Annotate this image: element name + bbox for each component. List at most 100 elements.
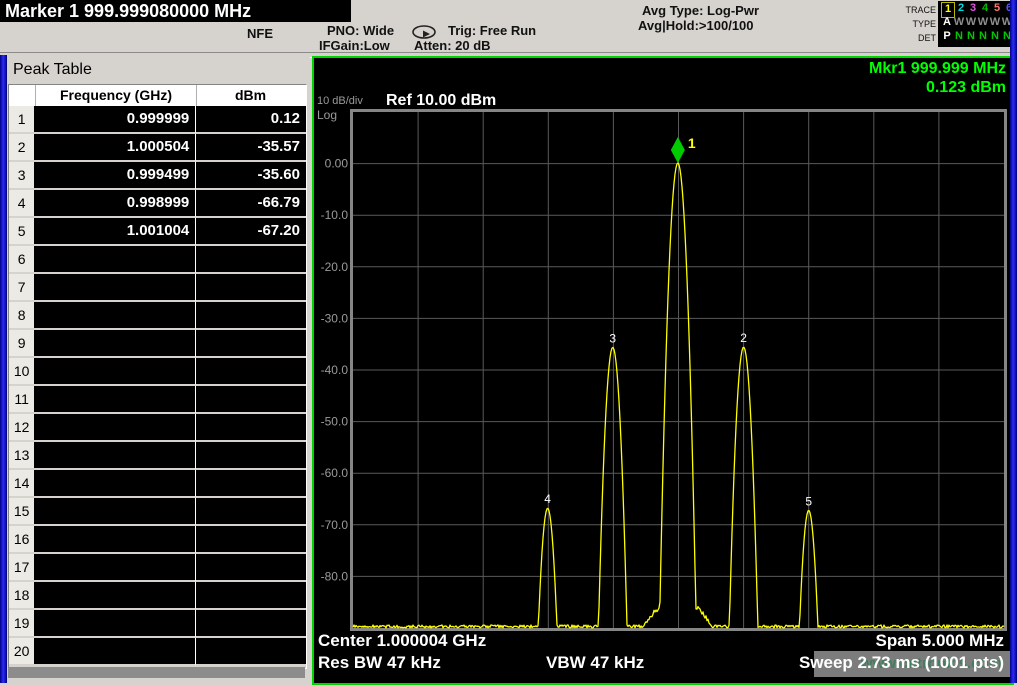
table-row[interactable]: 6 — [9, 246, 306, 274]
trace-det-2[interactable]: N — [953, 30, 965, 44]
frequency-cell — [34, 470, 195, 498]
trace-number-3[interactable]: 3 — [967, 2, 979, 16]
row-number-cell: 5 — [9, 218, 34, 246]
table-row[interactable]: 17 — [9, 554, 306, 582]
vbw-label: VBW 47 kHz — [546, 653, 644, 673]
trace-det-row: PNNNNN — [941, 30, 1017, 44]
trace-det-3[interactable]: N — [965, 30, 977, 44]
trace-det-4[interactable]: N — [977, 30, 989, 44]
row-number-cell: 10 — [9, 358, 34, 386]
frequency-cell — [34, 526, 195, 554]
window-edge-right — [1010, 0, 1017, 683]
trace-number-5[interactable]: 5 — [991, 2, 1003, 16]
column-header-frequency: Frequency (GHz) — [36, 85, 197, 106]
log-scale-label: Log — [317, 108, 337, 122]
dbm-cell — [195, 330, 306, 358]
type-row-label: TYPE — [892, 17, 936, 31]
atten-label: Atten: 20 dB — [414, 38, 491, 53]
frequency-cell — [34, 610, 195, 638]
dbm-cell: -35.60 — [195, 162, 306, 190]
frequency-cell: 1.001004 — [34, 218, 195, 246]
frequency-cell — [34, 554, 195, 582]
trace-type-4[interactable]: W — [977, 16, 989, 30]
trace-number-2[interactable]: 2 — [955, 2, 967, 16]
row-number-cell: 16 — [9, 526, 34, 554]
y-axis-tick-label: 0.00 — [325, 157, 349, 171]
peak-number-label: 3 — [609, 331, 616, 345]
peak-number-label: 2 — [740, 331, 747, 345]
table-row[interactable]: 18 — [9, 582, 306, 610]
peak-table-header: Frequency (GHz) dBm — [9, 85, 306, 106]
dbm-cell — [195, 582, 306, 610]
active-function-readout: Marker 1 999.999080000 MHz — [0, 0, 351, 22]
dbm-cell — [195, 358, 306, 386]
y-axis-tick-label: -40.0 — [321, 363, 349, 377]
table-row[interactable]: 8 — [9, 302, 306, 330]
dbm-cell — [195, 246, 306, 274]
table-row[interactable]: 21.000504-35.57 — [9, 134, 306, 162]
trace-number-4[interactable]: 4 — [979, 2, 991, 16]
frequency-cell — [34, 638, 195, 666]
analyzer-window: Marker 1 999.999080000 MHz NFE PNO: Wide… — [0, 0, 1017, 683]
frequency-cell — [34, 442, 195, 470]
row-number-cell: 15 — [9, 498, 34, 526]
trace-type-1[interactable]: A — [941, 16, 953, 30]
row-number-cell: 9 — [9, 330, 34, 358]
table-row[interactable]: 9 — [9, 330, 306, 358]
table-row[interactable]: 16 — [9, 526, 306, 554]
trace-legend[interactable]: 123456 AWWWWW PNNNNN — [938, 1, 1017, 47]
ifgain-label: IFGain:Low — [319, 38, 390, 53]
dbm-cell — [195, 610, 306, 638]
table-row[interactable]: 30.999499-35.60 — [9, 162, 306, 190]
trace-type-2[interactable]: W — [953, 16, 965, 30]
table-row[interactable]: 10.9999990.12 — [9, 106, 306, 134]
column-header-index — [9, 85, 36, 106]
span-label: Span 5.000 MHz — [876, 631, 1005, 651]
row-number-cell: 20 — [9, 638, 34, 666]
table-row[interactable]: 40.998999-66.79 — [9, 190, 306, 218]
dbm-cell: -67.20 — [195, 218, 306, 246]
row-number-cell: 12 — [9, 414, 34, 442]
table-row[interactable]: 20 — [9, 638, 306, 666]
frequency-cell — [34, 302, 195, 330]
marker-1-label: 1 — [688, 135, 696, 151]
table-row[interactable]: 7 — [9, 274, 306, 302]
pno-label: PNO: Wide — [327, 23, 394, 38]
trace-det-1[interactable]: P — [941, 30, 953, 44]
y-axis-tick-label: -30.0 — [321, 311, 349, 325]
peak-table-panel: Peak Table Frequency (GHz) dBm 10.999999… — [7, 55, 310, 683]
table-row[interactable]: 13 — [9, 442, 306, 470]
dbm-cell: 0.12 — [195, 106, 306, 134]
dbm-cell — [195, 414, 306, 442]
dbm-cell — [195, 470, 306, 498]
table-row[interactable]: 15 — [9, 498, 306, 526]
scale-per-div-label: 10 dB/div — [317, 95, 363, 107]
table-row[interactable]: 51.001004-67.20 — [9, 218, 306, 246]
row-number-cell: 1 — [9, 106, 34, 134]
dbm-cell — [195, 498, 306, 526]
table-row[interactable]: 12 — [9, 414, 306, 442]
trace-det-5[interactable]: N — [989, 30, 1001, 44]
dbm-cell — [195, 554, 306, 582]
row-number-cell: 13 — [9, 442, 34, 470]
table-row[interactable]: 19 — [9, 610, 306, 638]
peak-number-label: 4 — [544, 492, 551, 506]
dbm-cell: -35.57 — [195, 134, 306, 162]
peak-table-title: Peak Table — [13, 61, 92, 79]
trace-type-5[interactable]: W — [989, 16, 1001, 30]
table-row[interactable]: 10 — [9, 358, 306, 386]
dbm-cell — [195, 386, 306, 414]
row-number-cell: 8 — [9, 302, 34, 330]
frequency-cell — [34, 582, 195, 610]
peak-table-body: 10.9999990.1221.000504-35.5730.999499-35… — [9, 106, 306, 666]
table-scrollbar[interactable] — [8, 667, 305, 678]
y-axis-tick-label: -70.0 — [321, 518, 349, 532]
frequency-cell — [34, 330, 195, 358]
frequency-cell — [34, 498, 195, 526]
frequency-cell — [34, 414, 195, 442]
avg-type-label: Avg Type: Log-Pwr — [642, 3, 759, 18]
table-row[interactable]: 14 — [9, 470, 306, 498]
table-row[interactable]: 11 — [9, 386, 306, 414]
trace-type-3[interactable]: W — [965, 16, 977, 30]
row-number-cell: 18 — [9, 582, 34, 610]
